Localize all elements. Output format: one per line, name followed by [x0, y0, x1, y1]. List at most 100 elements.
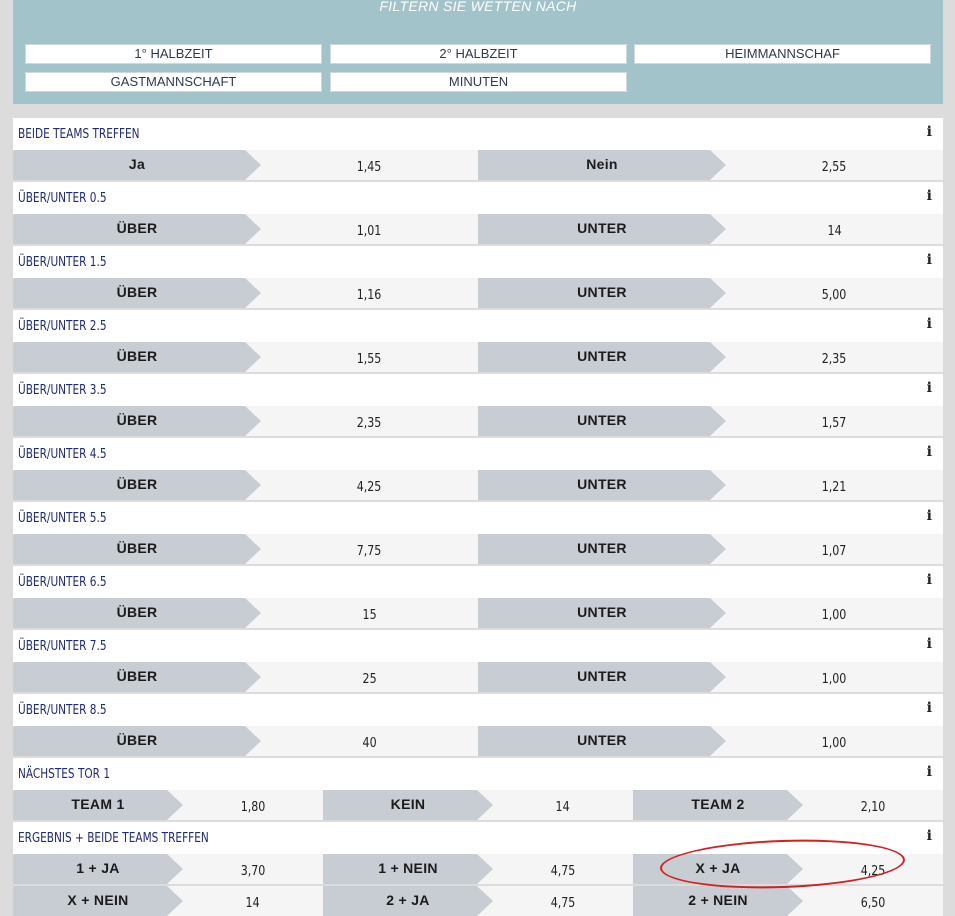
odds-value: 2,35: [822, 351, 847, 367]
bet-option[interactable]: 2 + NEIN 6,50: [633, 886, 943, 916]
bet-option-label: UNTER: [478, 342, 726, 372]
bet-option[interactable]: UNTER 1,00: [478, 726, 943, 756]
info-icon[interactable]: i: [927, 444, 932, 460]
odds-value: 1,55: [357, 351, 382, 367]
filter-away-team-button[interactable]: GASTMANNSCHAFT: [25, 72, 322, 92]
market: ÜBER/UNTER 7.5 i ÜBER 25 UNTER 1,00: [13, 630, 943, 694]
info-icon[interactable]: i: [927, 124, 932, 140]
market-title: ÜBER/UNTER 0.5: [18, 190, 107, 206]
odds-value: 14: [555, 799, 571, 815]
odds-value: 4,75: [550, 863, 576, 879]
bet-option-label: ÜBER: [13, 598, 261, 628]
bet-option[interactable]: UNTER 14: [478, 214, 943, 244]
bet-option[interactable]: ÜBER 2,35: [13, 406, 478, 436]
bet-option-odds: 14: [183, 886, 323, 916]
bet-option-odds: 4,75: [493, 886, 633, 916]
bet-option[interactable]: 2 + JA 4,75: [323, 886, 633, 916]
bet-option-label: ÜBER: [13, 662, 261, 692]
bet-option[interactable]: UNTER 2,35: [478, 342, 943, 372]
bet-option-label: ÜBER: [13, 534, 261, 564]
odds-value: 1,01: [357, 223, 382, 239]
bet-option[interactable]: UNTER 1,07: [478, 534, 943, 564]
bet-option-odds: 14: [726, 214, 943, 244]
bet-option-odds: 1,00: [726, 726, 943, 756]
bet-option[interactable]: UNTER 5,00: [478, 278, 943, 308]
bet-option[interactable]: ÜBER 15: [13, 598, 478, 628]
odds-row: ÜBER 25 UNTER 1,00: [13, 662, 943, 694]
bet-option-odds: 1,80: [183, 790, 323, 820]
bet-option-label: Nein: [478, 150, 726, 180]
odds-value: 1,07: [822, 543, 847, 559]
info-icon[interactable]: i: [927, 636, 932, 652]
bet-option[interactable]: 1 + NEIN 4,75: [323, 854, 633, 884]
odds-value: 2,10: [860, 799, 886, 815]
info-icon[interactable]: i: [927, 572, 932, 588]
bet-option-odds: 1,00: [726, 662, 943, 692]
info-icon[interactable]: i: [927, 252, 932, 268]
odds-row: ÜBER 1,16 UNTER 5,00: [13, 278, 943, 310]
info-icon[interactable]: i: [927, 764, 932, 780]
odds-row: Ja 1,45 Nein 2,55: [13, 150, 943, 182]
bet-option-label: ÜBER: [13, 214, 261, 244]
bet-option[interactable]: X + NEIN 14: [13, 886, 323, 916]
bet-option[interactable]: UNTER 1,21: [478, 470, 943, 500]
bet-option[interactable]: KEIN 14: [323, 790, 633, 820]
market: ÜBER/UNTER 5.5 i ÜBER 7,75 UNTER 1,07: [13, 502, 943, 566]
odds-value: 2,35: [357, 415, 382, 431]
market-header: ÜBER/UNTER 3.5 i: [13, 374, 943, 406]
odds-value: 1,45: [357, 159, 382, 175]
market: ÜBER/UNTER 6.5 i ÜBER 15 UNTER 1,00: [13, 566, 943, 630]
bet-option-label: ÜBER: [13, 726, 261, 756]
odds-value: 15: [362, 607, 377, 623]
bet-option-label: ÜBER: [13, 278, 261, 308]
info-icon[interactable]: i: [927, 316, 932, 332]
bet-option[interactable]: ÜBER 1,16: [13, 278, 478, 308]
bet-option[interactable]: TEAM 1 1,80: [13, 790, 323, 820]
market-header: ÜBER/UNTER 8.5 i: [13, 694, 943, 726]
filter-first-half-button[interactable]: 1° HALBZEIT: [25, 44, 322, 64]
market-title: BEIDE TEAMS TREFFEN: [18, 126, 140, 142]
bet-option-odds: 2,10: [803, 790, 943, 820]
bet-option[interactable]: X + JA 4,25: [633, 854, 943, 884]
odds-value: 6,50: [860, 895, 886, 911]
bet-option[interactable]: Nein 2,55: [478, 150, 943, 180]
bet-option-label: UNTER: [478, 598, 726, 628]
bet-option[interactable]: ÜBER 4,25: [13, 470, 478, 500]
bet-option-label: UNTER: [478, 534, 726, 564]
market: BEIDE TEAMS TREFFEN i Ja 1,45 Nein 2,55: [13, 118, 943, 182]
market: ÜBER/UNTER 2.5 i ÜBER 1,55 UNTER 2,35: [13, 310, 943, 374]
bet-option-label: 1 + JA: [13, 854, 183, 884]
filter-home-team-button[interactable]: HEIMMANNSCHAF: [634, 44, 931, 64]
market-header: BEIDE TEAMS TREFFEN i: [13, 118, 943, 150]
market-title: NÄCHSTES TOR 1: [18, 766, 111, 782]
bet-option[interactable]: ÜBER 1,55: [13, 342, 478, 372]
bet-option-odds: 2,35: [261, 406, 478, 436]
bet-option[interactable]: 1 + JA 3,70: [13, 854, 323, 884]
bet-option-odds: 4,25: [261, 470, 478, 500]
bet-option-odds: 1,21: [726, 470, 943, 500]
odds-value: 14: [245, 895, 261, 911]
filter-panel: FILTERN SIE WETTEN NACH 1° HALBZEIT 2° H…: [13, 0, 943, 104]
bet-option[interactable]: UNTER 1,00: [478, 598, 943, 628]
bet-option[interactable]: ÜBER 25: [13, 662, 478, 692]
bet-option[interactable]: ÜBER 7,75: [13, 534, 478, 564]
odds-value: 5,00: [822, 287, 847, 303]
bet-option[interactable]: Ja 1,45: [13, 150, 478, 180]
bet-option[interactable]: ÜBER 1,01: [13, 214, 478, 244]
bet-option[interactable]: ÜBER 40: [13, 726, 478, 756]
info-icon[interactable]: i: [927, 188, 932, 204]
filter-minutes-button[interactable]: MINUTEN: [330, 72, 627, 92]
odds-value: 1,00: [822, 671, 847, 687]
bet-option-odds: 14: [493, 790, 633, 820]
filter-title: FILTERN SIE WETTEN NACH: [379, 0, 577, 14]
info-icon[interactable]: i: [927, 700, 932, 716]
bet-option[interactable]: UNTER 1,00: [478, 662, 943, 692]
bet-option[interactable]: UNTER 1,57: [478, 406, 943, 436]
bet-option[interactable]: TEAM 2 2,10: [633, 790, 943, 820]
filter-second-half-button[interactable]: 2° HALBZEIT: [330, 44, 627, 64]
info-icon[interactable]: i: [927, 380, 932, 396]
info-icon[interactable]: i: [927, 828, 932, 844]
info-icon[interactable]: i: [927, 508, 932, 524]
bet-option-odds: 4,75: [493, 854, 633, 884]
market-title: ÜBER/UNTER 4.5: [18, 446, 107, 462]
